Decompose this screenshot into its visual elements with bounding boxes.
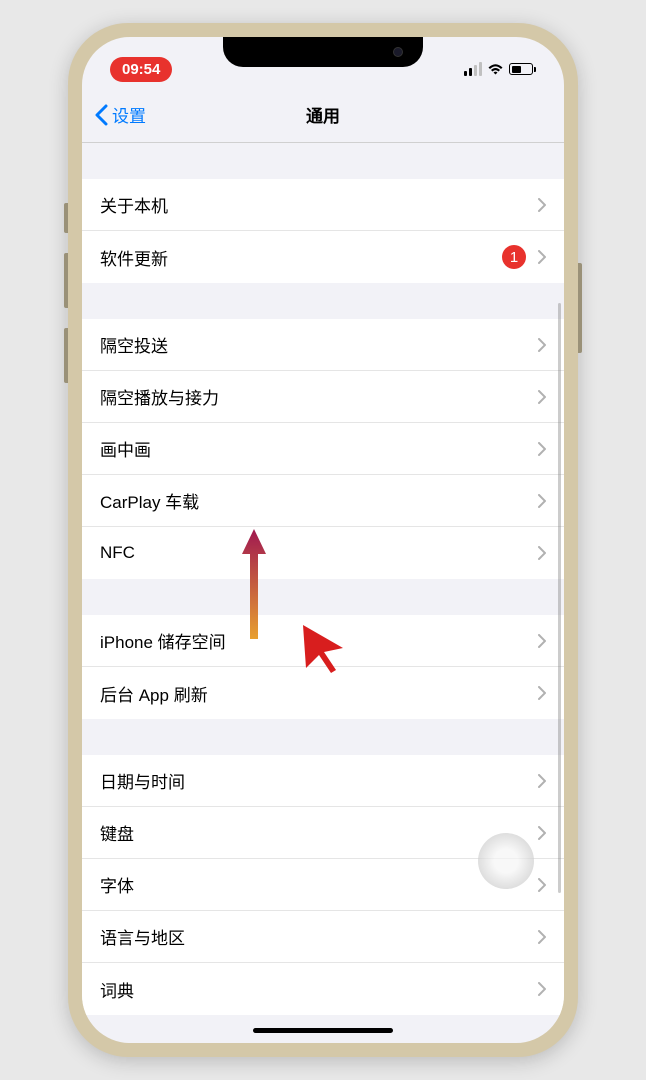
volume-up-button[interactable] [64,253,68,308]
chevron-right-icon [538,686,546,700]
scroll-indicator [558,303,561,893]
section-storage: iPhone 储存空间 后台 App 刷新 [82,615,564,719]
navigation-bar: 设置 通用 [82,87,564,143]
section-connectivity: 隔空投送 隔空播放与接力 画中画 [82,319,564,579]
cell-label: CarPlay 车载 [100,488,199,513]
chevron-right-icon [538,442,546,456]
back-button[interactable]: 设置 [94,102,146,127]
wifi-icon [487,63,504,76]
cell-software-update[interactable]: 软件更新 1 [82,231,564,283]
cell-background-refresh[interactable]: 后台 App 刷新 [82,667,564,719]
cell-label: 隔空播放与接力 [100,384,219,409]
chevron-right-icon [538,982,546,996]
cell-label: 语言与地区 [100,924,185,949]
section-about: 关于本机 软件更新 1 [82,179,564,283]
chevron-right-icon [538,250,546,264]
power-button[interactable] [578,263,582,353]
chevron-right-icon [538,878,546,892]
chevron-right-icon [538,774,546,788]
time-recording-pill[interactable]: 09:54 [110,57,172,82]
home-indicator[interactable] [253,1028,393,1033]
right-side-buttons [578,263,582,353]
chevron-right-icon [538,546,546,560]
page-title: 通用 [306,102,340,127]
cell-label: 软件更新 [100,245,168,270]
cell-language-region[interactable]: 语言与地区 [82,911,564,963]
cell-label: 字体 [100,872,134,897]
cell-label: NFC [100,543,135,563]
cell-dictionary[interactable]: 词典 [82,963,564,1015]
cell-label: 关于本机 [100,192,168,217]
cell-iphone-storage[interactable]: iPhone 储存空间 [82,615,564,667]
chevron-left-icon [94,104,108,126]
battery-icon [509,63,536,75]
chevron-right-icon [538,198,546,212]
cell-label: iPhone 储存空间 [100,628,226,653]
content-scroll-area[interactable]: 关于本机 软件更新 1 隔空投送 [82,143,564,1043]
chevron-right-icon [538,930,546,944]
cellular-signal-icon [464,62,482,76]
cell-label: 画中画 [100,436,151,461]
cell-nfc[interactable]: NFC [82,527,564,579]
back-label: 设置 [112,102,146,127]
phone-frame: 09:54 [68,23,578,1057]
cell-label: 日期与时间 [100,768,185,793]
screen: 09:54 [82,37,564,1043]
chevron-right-icon [538,494,546,508]
cell-label: 隔空投送 [100,332,168,357]
volume-down-button[interactable] [64,328,68,383]
status-right [464,62,536,76]
front-camera [393,47,403,57]
cell-date-time[interactable]: 日期与时间 [82,755,564,807]
silent-switch[interactable] [64,203,68,233]
left-side-buttons [64,203,68,403]
cell-carplay[interactable]: CarPlay 车载 [82,475,564,527]
cell-label: 词典 [100,977,134,1002]
cell-picture-in-picture[interactable]: 画中画 [82,423,564,475]
chevron-right-icon [538,634,546,648]
cell-airdrop[interactable]: 隔空投送 [82,319,564,371]
cell-about[interactable]: 关于本机 [82,179,564,231]
notch [223,37,423,67]
cell-airplay-handoff[interactable]: 隔空播放与接力 [82,371,564,423]
notification-badge: 1 [502,245,526,269]
chevron-right-icon [538,390,546,404]
assistive-touch-button[interactable] [478,833,534,889]
chevron-right-icon [538,826,546,840]
chevron-right-icon [538,338,546,352]
cell-label: 键盘 [100,820,134,845]
cell-label: 后台 App 刷新 [100,681,208,706]
